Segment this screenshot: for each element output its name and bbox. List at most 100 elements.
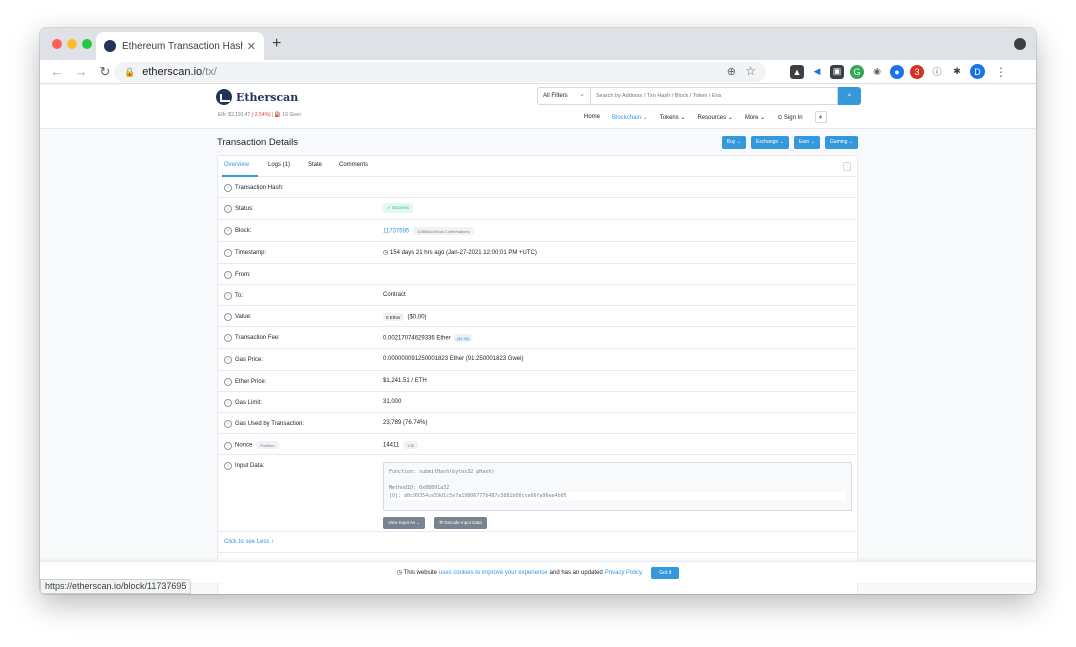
gaming-button[interactable]: Gaming ⌄ (824, 136, 858, 149)
to-label: To: (224, 292, 243, 300)
extension-2-icon[interactable]: ◀ (810, 64, 824, 79)
webpage: Etherscan Eth: $2,110.47 (-2.54%) | ⛽ 16… (40, 85, 1036, 594)
transaction-hash-label: Transaction Hash: (224, 184, 283, 192)
row-status: Status: ✓ Success (218, 198, 857, 220)
reload-icon[interactable]: ↻ (98, 64, 112, 80)
privacy-policy-link[interactable]: Privacy Policy. (605, 570, 644, 576)
tab-state[interactable]: State (308, 162, 322, 168)
row-transaction-fee: Transaction Fee: 0.00217074629336 Ether(… (218, 327, 857, 349)
new-tab-button[interactable]: + (272, 35, 281, 53)
page-heading: Transaction Details Buy ⌄ Exchange ⌄ Ear… (217, 136, 858, 152)
block-label: Block: (224, 227, 251, 235)
value-ether-badge: 0 Ether (383, 313, 404, 321)
row-gas-used: Gas Used by Transaction: 23,789 (76.74%) (218, 413, 857, 434)
profile-avatar[interactable]: D (970, 64, 985, 79)
details-tabs: Overview Logs (1) State Comments ⋮ (218, 156, 857, 177)
nonce-label: NoncePosition (224, 441, 279, 450)
row-timestamp: Timestamp: ◷ 154 days 21 hrs ago (Jan-27… (218, 242, 857, 264)
filter-select[interactable]: All Filters (537, 87, 591, 105)
view-input-as-button[interactable]: View Input As ⌄ (383, 517, 426, 529)
cookie-prefix: ◷ This website (396, 570, 437, 576)
tab-comments[interactable]: Comments (339, 162, 368, 168)
extension-1-icon[interactable]: ▲ (790, 64, 804, 79)
see-less-link[interactable]: Click to see Less ↑ (224, 539, 274, 545)
nav-more[interactable]: More ⌄ (745, 114, 765, 121)
site-header: Etherscan Eth: $2,110.47 (-2.54%) | ⛽ 16… (40, 85, 1036, 129)
fee-ether: 0.00217074629336 Ether (383, 335, 451, 342)
status-badge: ✓ Success (383, 203, 414, 213)
timestamp-value: ◷ 154 days 21 hrs ago (Jan-27-2021 12:00… (383, 250, 537, 256)
info-icon[interactable]: ⓘ (930, 64, 944, 79)
nonce-label-text: Nonce (235, 442, 253, 449)
extension-3-icon[interactable]: ▣ (830, 64, 844, 79)
row-ether-price: Ether Price: $1,241.51 / ETH (218, 371, 857, 392)
ether-price-label: Ether Price: (224, 378, 266, 386)
camera-icon[interactable]: ◉ (870, 64, 884, 79)
more-options-icon[interactable]: ⋮ (995, 65, 1007, 79)
row-block: Block: 11737695 1055884 Block Confirmatio… (218, 220, 857, 242)
buy-button[interactable]: Buy ⌄ (721, 136, 746, 149)
search-button[interactable]: ⌕ (838, 87, 861, 105)
search-icon: ⌕ (847, 92, 852, 99)
row-value: Value: 0 Ether($0.00) (218, 306, 857, 327)
search-group: All Filters ⌕ (537, 87, 861, 105)
earn-button[interactable]: Earn ⌄ (793, 136, 820, 149)
nav-tokens[interactable]: Tokens ⌄ (660, 114, 686, 121)
block-link[interactable]: 11737695 (383, 229, 409, 235)
nav-blockchain[interactable]: Blockchain ⌄ (612, 114, 648, 121)
row-input-data: Input Data: Function: submitHash(bytes32… (218, 455, 857, 532)
lock-icon: 🔒 (124, 66, 136, 77)
etherscan-logo[interactable]: Etherscan (216, 89, 298, 105)
nav-home[interactable]: Home (584, 114, 600, 120)
etherscan-logo-icon (216, 89, 232, 105)
input-method-id: MethodID: 0x08891a32 (389, 485, 450, 491)
sign-in-label: Sign In (783, 114, 803, 121)
ethereum-network-icon[interactable]: ♦ (814, 111, 827, 123)
cookie-policy-link[interactable]: uses cookies to improve your experience (439, 570, 548, 576)
cookie-accept-button[interactable]: Got it (651, 566, 680, 579)
decode-input-button[interactable]: ⚒ Decode Input Data (434, 517, 487, 529)
action-buttons: Buy ⌄ Exchange ⌄ Earn ⌄ Gaming ⌄ (721, 136, 858, 149)
close-tab-icon[interactable]: ✕ (247, 40, 256, 53)
link-status-bar: https://etherscan.io/block/11737695 (40, 579, 192, 594)
puzzle-icon[interactable]: ✱ (950, 64, 964, 79)
nonce-number: 14411 (383, 442, 400, 449)
from-label: From: (224, 271, 251, 279)
gas-limit-label: Gas Limit: (224, 399, 262, 407)
logo-text: Etherscan (236, 90, 299, 104)
nonce-position-value: 136 (403, 441, 418, 449)
nav-resources[interactable]: Resources ⌄ (697, 114, 732, 121)
address-bar[interactable]: 🔒 etherscan.io/tx/ ⊕ ☆ (114, 62, 766, 82)
browser-tab[interactable]: Ethereum Transaction Hash (Tx ✕ (96, 32, 264, 60)
tab-logs[interactable]: Logs (1) (268, 162, 290, 168)
nonce-position-badge: Position (256, 441, 279, 449)
close-window-button[interactable] (52, 39, 62, 49)
grammarly-icon[interactable]: G (850, 64, 864, 79)
row-transaction-hash: Transaction Hash: (218, 177, 857, 198)
back-icon[interactable]: ← (50, 64, 64, 79)
input-data-textarea[interactable]: Function: submitHash(bytes32 pHash) Meth… (383, 462, 852, 511)
bookmark-star-icon[interactable]: ☆ (745, 64, 756, 78)
tab-strip: Ethereum Transaction Hash (Tx ✕ + (40, 28, 1036, 60)
forward-icon[interactable]: → (74, 64, 88, 79)
tab-options-icon[interactable]: ⋮ (843, 162, 851, 171)
nav-sign-in[interactable]: ⊙ Sign In (777, 114, 802, 121)
maximize-window-button[interactable] (82, 39, 92, 49)
url-path: /tx/ (202, 66, 217, 78)
status-value: ✓ Success (383, 203, 414, 213)
gas-used-value: 23,789 (76.74%) (383, 420, 428, 426)
zoom-icon[interactable]: ⊕ (727, 65, 736, 78)
exchange-button[interactable]: Exchange ⌄ (750, 136, 789, 149)
search-input[interactable] (591, 87, 838, 105)
browser-menu-icon[interactable] (1014, 38, 1026, 50)
browser-toolbar: ← → ↻ 🔒 etherscan.io/tx/ ⊕ ☆ ▲ ◀ ▣ G ◉ ●… (40, 60, 1036, 84)
url-host: etherscan.io (142, 66, 203, 78)
tab-overview[interactable]: Overview (224, 162, 249, 168)
eth-price: Eth: $2,110.47 (218, 112, 251, 118)
notification-extension-icon[interactable]: 3 (910, 64, 924, 79)
user-icon: ⊙ (777, 114, 783, 121)
chat-icon[interactable]: ● (890, 64, 904, 79)
minimize-window-button[interactable] (67, 39, 77, 49)
row-from: From: (218, 264, 857, 285)
eth-price-ticker: Eth: $2,110.47 (-2.54%) | ⛽ 16 Gwei (218, 112, 301, 118)
